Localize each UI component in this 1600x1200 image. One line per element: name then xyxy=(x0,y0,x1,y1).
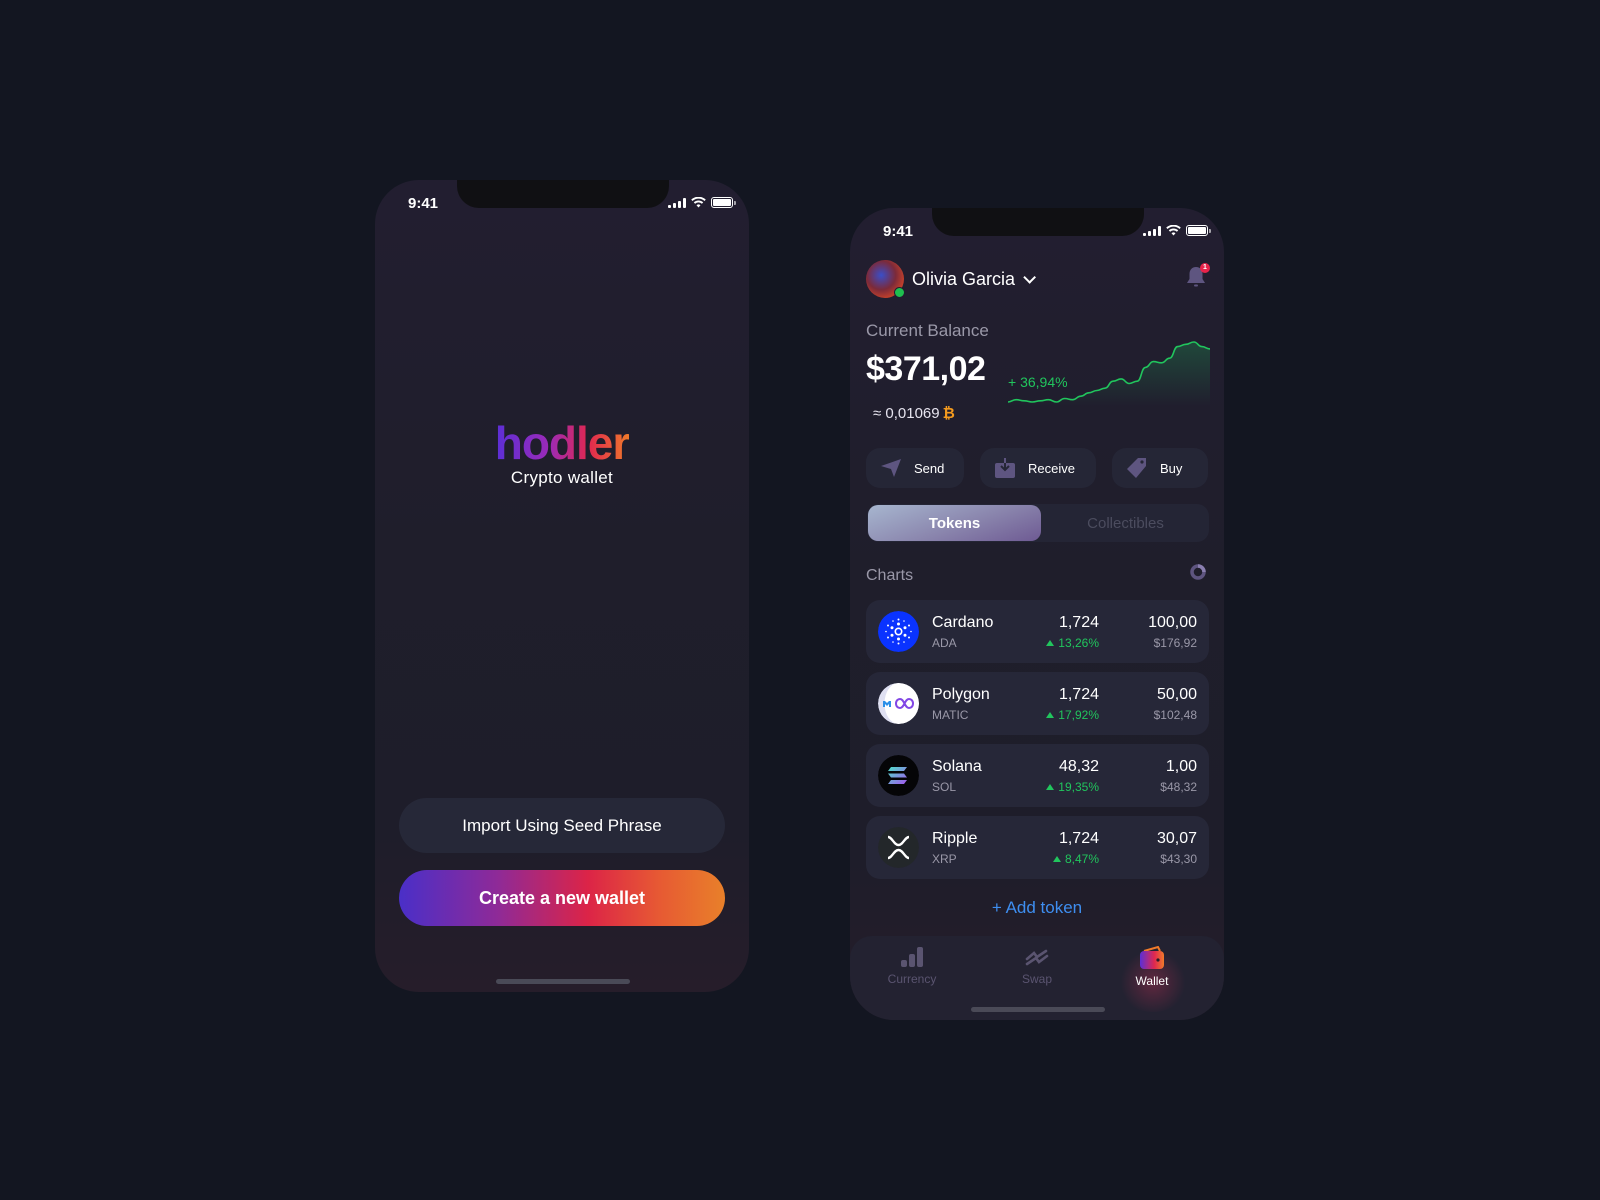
bar-chart-icon xyxy=(901,947,923,967)
chevron-down-icon xyxy=(1023,270,1037,284)
home-indicator xyxy=(971,1007,1105,1012)
token-name: Cardano xyxy=(932,614,994,631)
token-row-cardano[interactable]: Cardano ADA 1,724 13,26% 100,00 $176,92 xyxy=(866,600,1209,663)
token-amount: 50,00 xyxy=(1156,686,1197,703)
wallet-screen: 9:41 Olivia Garcia 1 Current Balance $37… xyxy=(850,208,1224,1020)
token-name: Ripple xyxy=(932,830,978,847)
balance-value: $371,02 xyxy=(866,350,986,388)
battery-icon xyxy=(711,197,736,208)
token-usd-value: $48,32 xyxy=(1160,780,1197,794)
battery-icon xyxy=(1186,225,1211,236)
receive-label: Receive xyxy=(1028,460,1075,476)
send-label: Send xyxy=(914,460,945,476)
token-change: 19,35% xyxy=(1046,780,1099,794)
tag-icon xyxy=(1127,458,1146,478)
token-amount: 30,07 xyxy=(1156,830,1197,847)
cardano-icon xyxy=(878,611,919,652)
status-time: 9:41 xyxy=(408,195,439,212)
token-symbol: SOL xyxy=(932,780,957,794)
token-price: 1,724 xyxy=(1058,686,1099,703)
balance-label: Current Balance xyxy=(866,321,989,340)
tab-label: Swap xyxy=(1021,972,1053,986)
token-usd-value: $43,30 xyxy=(1160,852,1197,866)
bitcoin-icon: ₿ xyxy=(942,405,955,422)
asset-segmented-control: Tokens Collectibles xyxy=(867,504,1209,542)
balance-btc-value: ≈ 0,01069 xyxy=(873,405,940,422)
token-change: 8,47% xyxy=(1053,852,1099,866)
token-row-solana[interactable]: Solana SOL 48,32 19,35% 1,00 $48,32 xyxy=(866,744,1209,807)
status-icons xyxy=(668,197,736,208)
logo-tagline: Crypto wallet xyxy=(510,468,614,487)
notch xyxy=(932,208,1144,236)
signal-icon xyxy=(1143,225,1161,236)
add-token-button[interactable]: + Add token xyxy=(850,898,1224,918)
token-symbol: XRP xyxy=(932,852,957,866)
logo-wordmark: hodler xyxy=(494,417,631,469)
tab-currency[interactable]: Currency xyxy=(862,946,962,986)
profile-switcher[interactable]: Olivia Garcia xyxy=(866,260,1037,298)
token-list: Cardano ADA 1,724 13,26% 100,00 $176,92 … xyxy=(866,600,1209,888)
swap-icon xyxy=(1025,949,1049,966)
token-price: 1,724 xyxy=(1058,830,1099,847)
tab-collectibles[interactable]: Collectibles xyxy=(1042,504,1209,542)
wifi-icon xyxy=(1166,225,1181,236)
receive-icon xyxy=(995,458,1015,478)
send-button[interactable]: Send xyxy=(866,448,964,488)
token-row-ripple[interactable]: Ripple XRP 1,724 8,47% 30,07 $43,30 xyxy=(866,816,1209,879)
avatar[interactable] xyxy=(866,260,905,298)
home-indicator xyxy=(496,979,630,984)
tab-wallet[interactable]: Wallet xyxy=(1102,946,1202,988)
buy-button[interactable]: Buy xyxy=(1112,448,1208,488)
balance-btc: ≈ 0,01069 ₿ xyxy=(873,405,955,422)
token-name: Polygon xyxy=(932,686,990,703)
tab-tokens[interactable]: Tokens xyxy=(868,505,1041,541)
status-icons xyxy=(1143,225,1211,236)
token-row-polygon[interactable]: Polygon MATIC 1,724 17,92% 50,00 $102,48 xyxy=(866,672,1209,735)
signal-icon xyxy=(668,197,686,208)
pie-chart-icon[interactable] xyxy=(1190,564,1206,580)
notifications-button[interactable]: 1 xyxy=(1186,263,1210,288)
charts-label: Charts xyxy=(866,567,914,584)
token-change: 17,92% xyxy=(1046,708,1099,722)
onboarding-screen: 9:41 hodler Crypto wallet Import Using S… xyxy=(375,180,749,992)
profile-name: Olivia Garcia xyxy=(912,268,1016,289)
buy-label: Buy xyxy=(1160,460,1183,476)
token-usd-value: $176,92 xyxy=(1153,636,1197,650)
polygon-icon xyxy=(878,683,919,724)
ripple-icon xyxy=(878,827,919,868)
send-icon xyxy=(881,459,901,477)
online-status-dot xyxy=(894,287,905,298)
balance-sparkline xyxy=(1008,341,1210,406)
tab-swap[interactable]: Swap xyxy=(987,946,1087,986)
create-wallet-button[interactable]: Create a new wallet xyxy=(399,870,725,926)
notch xyxy=(457,180,669,208)
token-name: Solana xyxy=(932,758,982,775)
wallet-icon xyxy=(1140,946,1164,969)
tab-label: Currency xyxy=(887,972,937,986)
sparkline-area xyxy=(1008,342,1210,406)
status-time: 9:41 xyxy=(883,223,914,240)
token-price: 1,724 xyxy=(1058,614,1099,631)
token-amount: 1,00 xyxy=(1165,758,1197,775)
token-change: 13,26% xyxy=(1046,636,1099,650)
token-usd-value: $102,48 xyxy=(1153,708,1197,722)
tab-label: Wallet xyxy=(1135,974,1169,988)
receive-button[interactable]: Receive xyxy=(980,448,1096,488)
token-symbol: MATIC xyxy=(932,708,969,722)
logo: hodler Crypto wallet xyxy=(375,420,749,488)
wifi-icon xyxy=(691,197,706,208)
token-symbol: ADA xyxy=(932,636,957,650)
import-seed-phrase-button[interactable]: Import Using Seed Phrase xyxy=(399,798,725,853)
token-price: 48,32 xyxy=(1058,758,1099,775)
token-amount: 100,00 xyxy=(1148,614,1197,631)
solana-icon xyxy=(878,755,919,796)
notification-badge: 1 xyxy=(1200,263,1210,273)
